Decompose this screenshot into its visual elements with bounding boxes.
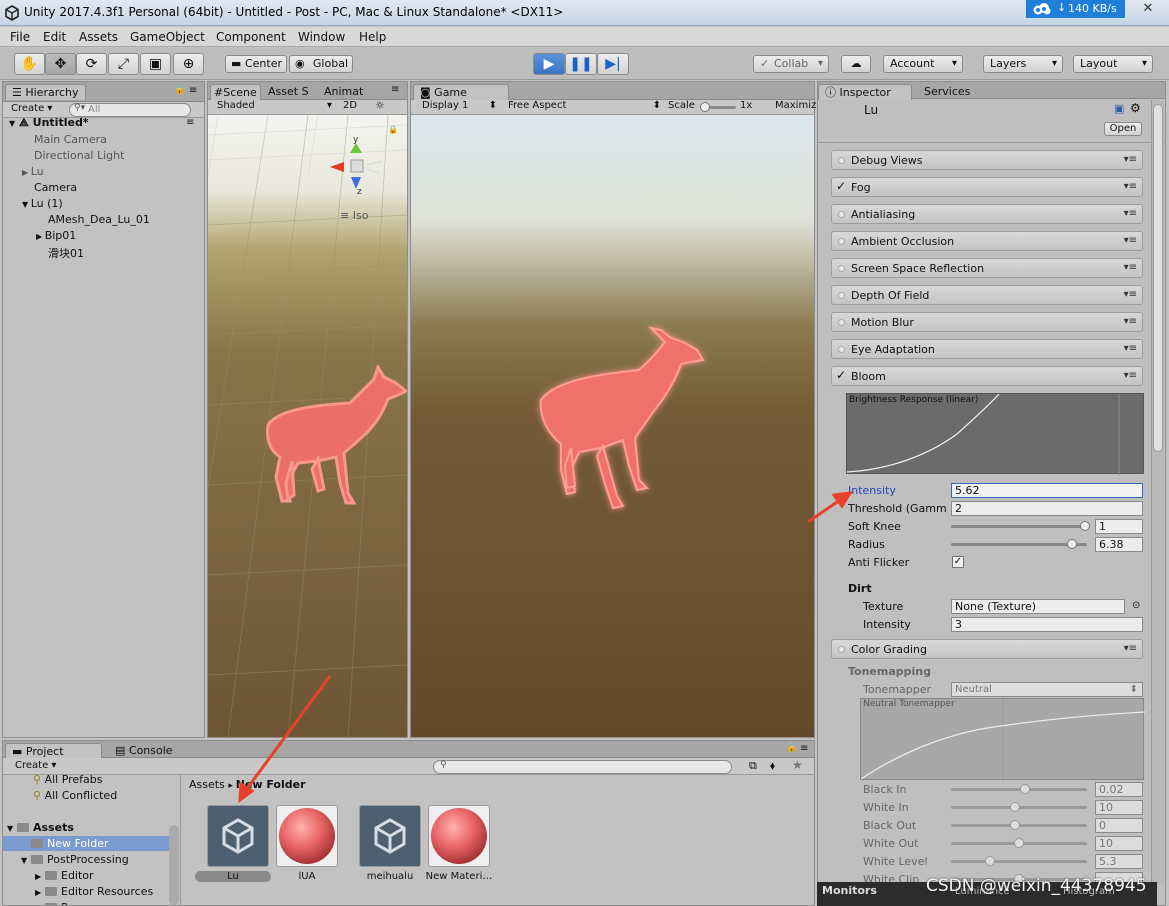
- annotation-arrows: [238, 491, 853, 804]
- watermark: CSDN @weixin_44378945: [926, 876, 1147, 896]
